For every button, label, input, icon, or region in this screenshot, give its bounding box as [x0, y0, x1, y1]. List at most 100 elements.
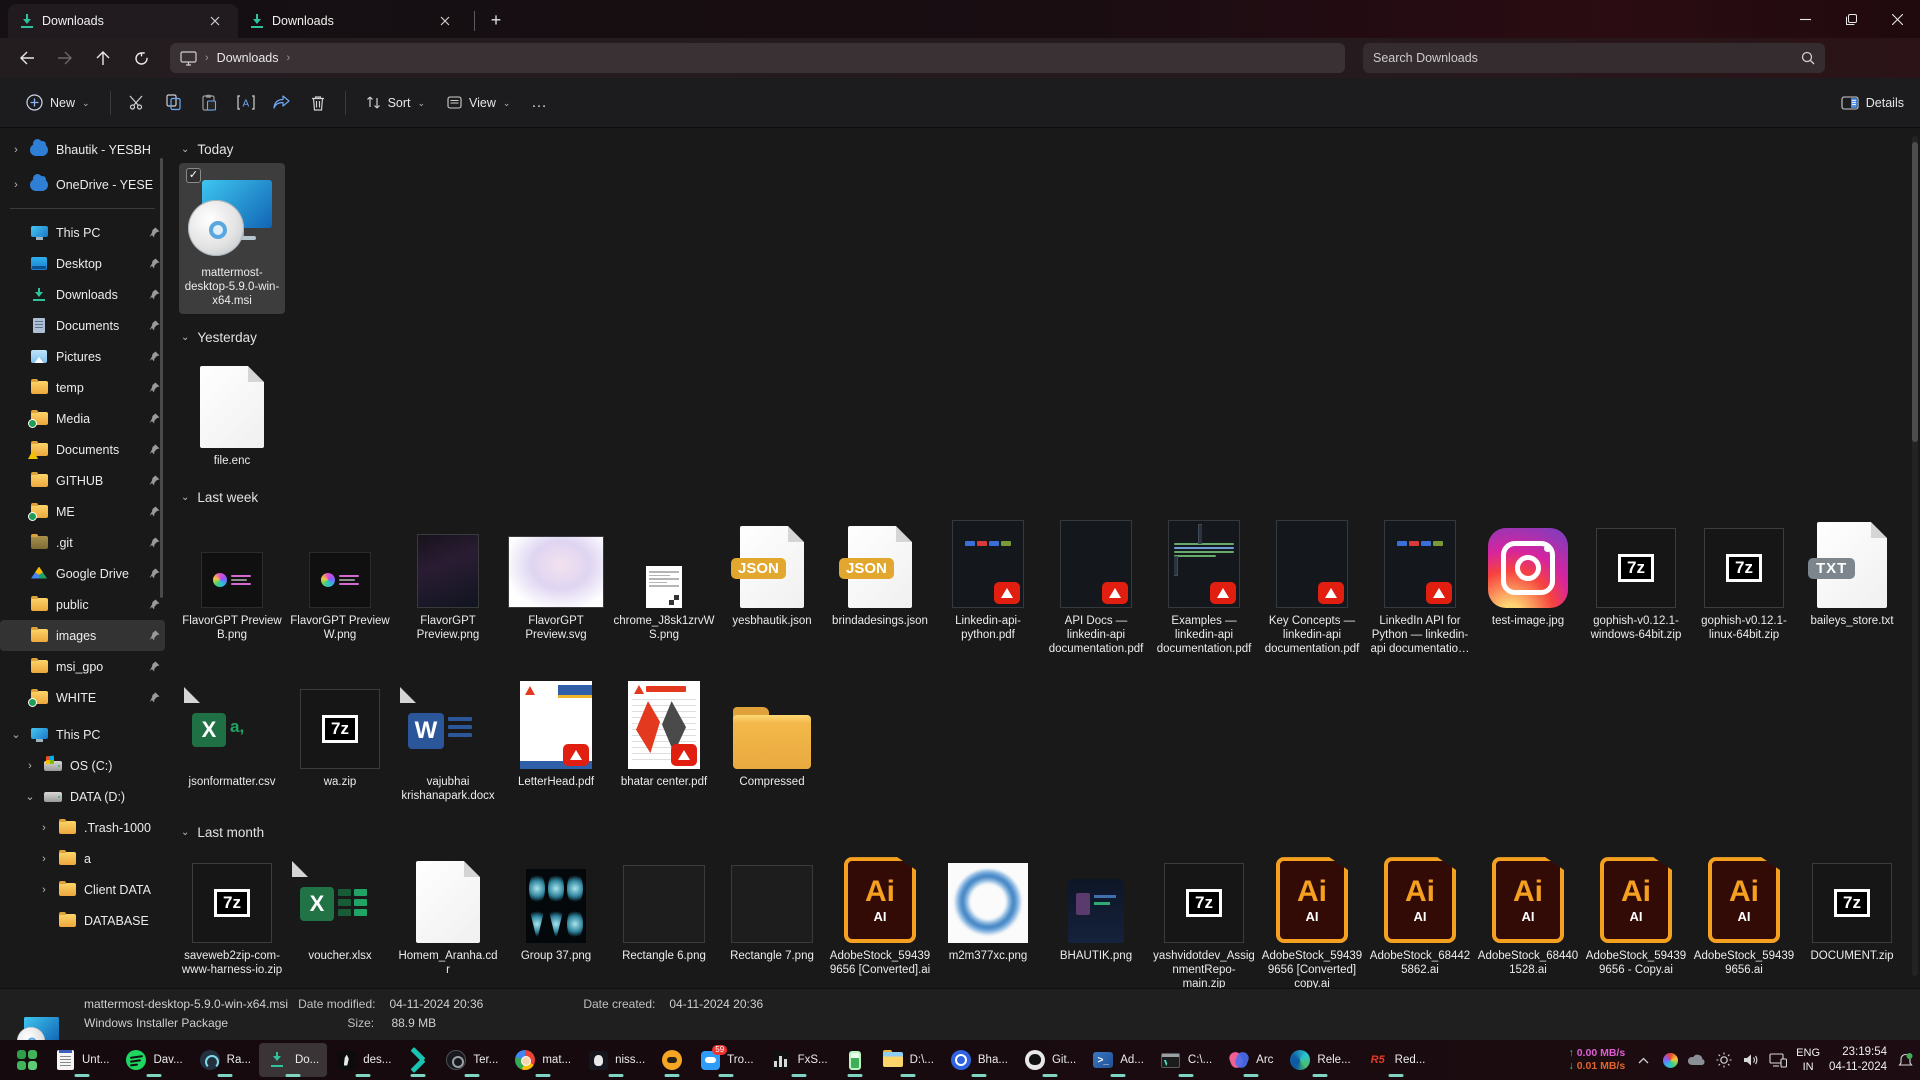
copy-button[interactable] [157, 86, 191, 120]
tab-close-icon[interactable] [202, 8, 228, 34]
sidebar-item-google-drive[interactable]: Google Drive [0, 558, 165, 589]
file-tile[interactable]: bhatar center.pdf [611, 672, 717, 795]
sidebar-item-github[interactable]: GITHUB [0, 465, 165, 496]
sidebar-item-os-c-[interactable]: › OS (C:) [0, 750, 165, 781]
file-tile[interactable]: Xa,jsonformatter.csv [179, 672, 285, 795]
file-tile[interactable]: AiAIAdobeStock_594399656.ai [1691, 846, 1797, 983]
file-tile[interactable]: API Docs — linkedin-api documentation.pd… [1043, 511, 1149, 662]
sort-button[interactable]: Sort⌄ [356, 86, 435, 120]
expand-chevron-icon[interactable]: › [24, 760, 36, 772]
color-wheel-tray-icon[interactable] [1661, 1051, 1679, 1069]
network-speed-widget[interactable]: ↑ 0.00 MB/s ↓ 0.01 MB/s [1569, 1047, 1626, 1073]
sidebar-item-bhautik-yesbh[interactable]: › Bhautik - YESBH [0, 134, 165, 165]
sidebar-item-msi-gpo[interactable]: msi_gpo [0, 651, 165, 682]
file-tile[interactable]: Rectangle 6.png [611, 846, 717, 969]
brightness-tray-icon[interactable] [1715, 1051, 1733, 1069]
sidebar-item-client-data[interactable]: › Client DATA [0, 874, 165, 905]
expand-chevron-icon[interactable]: › [10, 179, 22, 191]
taskbar-app-unt-[interactable]: Unt... [46, 1043, 117, 1077]
taskbar-app-dav-[interactable]: Dav... [117, 1043, 190, 1077]
sidebar-item-white[interactable]: WHITE [0, 682, 165, 713]
minimize-button[interactable] [1782, 0, 1828, 38]
selected-checkbox[interactable]: ✓ [186, 168, 201, 183]
sidebar-item-public[interactable]: public [0, 589, 165, 620]
file-tile[interactable]: Homem_Aranha.cdr [395, 846, 501, 983]
taskbar-app-green[interactable] [836, 1043, 874, 1077]
file-tile[interactable]: Rectangle 7.png [719, 846, 825, 969]
back-button[interactable] [10, 43, 44, 73]
clock[interactable]: 23:19:5404-11-2024 [1829, 1045, 1887, 1075]
file-tile[interactable]: Key Concepts — linkedin-api documentatio… [1259, 511, 1365, 662]
file-tile[interactable]: FlavorGPT Preview W.png [287, 511, 393, 648]
file-tile[interactable]: 7zsaveweb2zip-com-www-harness-io.zip [179, 846, 285, 983]
cut-button[interactable] [121, 86, 155, 120]
file-tile[interactable]: file.enc [179, 351, 285, 474]
address-bar[interactable]: › Downloads › [170, 43, 1345, 73]
close-button[interactable] [1874, 0, 1920, 38]
search-box[interactable]: Search Downloads [1363, 43, 1825, 73]
file-tile[interactable]: 7zyashvidotdev_AssignmentRepo-main.zip [1151, 846, 1257, 988]
notification-bell-icon[interactable] [1896, 1051, 1914, 1069]
group-header-yesterday[interactable]: ⌄Yesterday [181, 330, 1920, 345]
taskbar-app-d-[interactable]: D:\... [874, 1043, 942, 1077]
file-tile[interactable]: test-image.jpg [1475, 511, 1581, 634]
file-tile[interactable]: JSONbrindadesings.json [827, 511, 933, 634]
file-tile[interactable]: 7zgophish-v0.12.1-linux-64bit.zip [1691, 511, 1797, 648]
group-header-last-month[interactable]: ⌄Last month [181, 825, 1920, 840]
sidebar-item-documents[interactable]: Documents [0, 434, 165, 465]
file-tile[interactable]: Group 37.png [503, 846, 609, 969]
sidebar-item-a[interactable]: › a [0, 843, 165, 874]
file-tile[interactable]: 7zwa.zip [287, 672, 393, 795]
collapse-chevron-icon[interactable]: ⌄ [181, 144, 189, 155]
tab-downloads-1[interactable]: Downloads [8, 4, 238, 38]
file-tile[interactable]: AiAIAdobeStock_594399656 [Converted].ai [827, 846, 933, 983]
taskbar-app-ad-[interactable]: >_Ad... [1084, 1043, 1152, 1077]
language-indicator[interactable]: ENGIN [1796, 1046, 1820, 1075]
onedrive-cloud-icon[interactable] [1688, 1051, 1706, 1069]
tab-downloads-2[interactable]: Downloads [238, 4, 468, 38]
expand-chevron-icon[interactable]: ⌄ [24, 790, 36, 803]
taskbar-app-git-[interactable]: Git... [1016, 1043, 1084, 1077]
tab-close-icon[interactable] [432, 8, 458, 34]
sidebar-item-desktop[interactable]: Desktop [0, 248, 165, 279]
taskbar-app-fxs-[interactable]: FxS... [762, 1043, 836, 1077]
file-tile[interactable]: AiAIAdobeStock_594399656 [Converted] cop… [1259, 846, 1365, 988]
delete-button[interactable] [301, 86, 335, 120]
sidebar-item-pictures[interactable]: Pictures [0, 341, 165, 372]
file-tile[interactable]: AiAIAdobeStock_684425862.ai [1367, 846, 1473, 983]
file-tile[interactable]: JSONyesbhautik.json [719, 511, 825, 634]
details-pane-button[interactable]: Details [1841, 96, 1904, 110]
refresh-button[interactable] [124, 43, 158, 73]
taskbar-app-ra-[interactable]: Ra... [191, 1043, 259, 1077]
file-tile[interactable]: BHAUTIK.png [1043, 846, 1149, 969]
maximize-button[interactable] [1828, 0, 1874, 38]
sidebar-item-this-pc[interactable]: ⌄ This PC [0, 719, 165, 750]
file-tile[interactable]: AiAIAdobeStock_594399656 - Copy.ai [1583, 846, 1689, 983]
taskbar-app-ter-[interactable]: Ter... [437, 1043, 506, 1077]
new-tab-button[interactable]: + [481, 5, 511, 35]
collapse-chevron-icon[interactable]: ⌄ [181, 332, 189, 343]
more-options-button[interactable]: … [522, 86, 556, 120]
sidebar-item-me[interactable]: ME [0, 496, 165, 527]
sidebar-scrollbar[interactable] [160, 158, 163, 598]
expand-chevron-icon[interactable]: › [38, 853, 50, 865]
group-header-today[interactable]: ⌄Today [181, 142, 1920, 157]
file-tile[interactable]: ✓mattermost-desktop-5.9.0-win-x64.msi [179, 163, 285, 314]
file-tile[interactable]: LinkedIn API for Python — linkedin-api d… [1367, 511, 1473, 662]
scrollbar-thumb[interactable] [1912, 142, 1918, 442]
sidebar-item-data-d-[interactable]: ⌄ DATA (D:) [0, 781, 165, 812]
sidebar-item-this-pc[interactable]: This PC [0, 217, 165, 248]
taskbar-app-do-[interactable]: Do... [259, 1043, 327, 1077]
start-button[interactable] [8, 1043, 46, 1077]
file-tile[interactable]: chrome_J8sk1zrvWS.png [611, 511, 717, 648]
taskbar-app-red-[interactable]: R5Red... [1359, 1043, 1434, 1077]
taskbar-app-c-[interactable]: C:\... [1152, 1043, 1220, 1077]
taskbar-app-bha-[interactable]: Bha... [942, 1043, 1016, 1077]
taskbar-app-des-[interactable]: des... [327, 1043, 399, 1077]
rename-button[interactable]: A [229, 86, 263, 120]
file-tile[interactable]: 7zDOCUMENT.zip [1799, 846, 1905, 969]
sidebar-item-database[interactable]: DATABASE [0, 905, 165, 936]
file-tile[interactable]: Examples — linkedin-api documentation.pd… [1151, 511, 1257, 662]
sidebar-item-downloads[interactable]: Downloads [0, 279, 165, 310]
file-tile[interactable]: Compressed [719, 672, 825, 795]
